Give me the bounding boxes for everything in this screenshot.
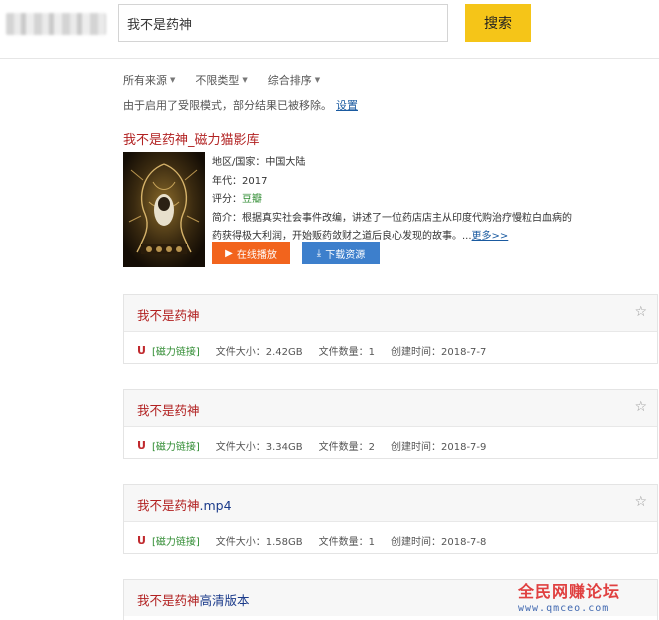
movie-poster[interactable] bbox=[123, 152, 205, 267]
result-title[interactable]: 我不是药神高清版本 bbox=[137, 590, 250, 609]
file-count: 文件数量：1 bbox=[318, 347, 375, 358]
caret-down-icon: ▼ bbox=[314, 76, 321, 84]
play-icon: ▶ bbox=[225, 247, 233, 259]
magnet-link[interactable]: [磁力链接] bbox=[152, 343, 200, 358]
file-count: 文件数量：2 bbox=[318, 442, 375, 453]
download-icon: ⤓ bbox=[316, 247, 322, 259]
file-size: 文件大小：1.58GB bbox=[215, 537, 303, 548]
title-rest: .mp4 bbox=[199, 498, 232, 513]
star-icon[interactable]: ☆ bbox=[634, 494, 647, 510]
filter-sort[interactable]: 综合排序 ▼ bbox=[268, 72, 320, 88]
rating-label: 评分： bbox=[212, 194, 242, 205]
search-input[interactable] bbox=[119, 5, 447, 41]
movie-year: 年代：2017 bbox=[212, 175, 268, 187]
filter-type-label: 不限类型 bbox=[195, 74, 240, 87]
magnet-link[interactable]: [磁力链接] bbox=[152, 533, 200, 548]
watermark: 全民网赚论坛 www.qmceo.com bbox=[518, 578, 620, 614]
result-header: 我不是药神.mp4 ☆ bbox=[124, 485, 657, 522]
result-card: 我不是药神 ☆ U [磁力链接] 文件大小：2.42GB 文件数量：1 创建时间… bbox=[123, 294, 658, 364]
download-label: 下载资源 bbox=[325, 249, 366, 261]
magnet-link[interactable]: [磁力链接] bbox=[152, 438, 200, 453]
file-size: 文件大小：2.42GB bbox=[215, 347, 303, 358]
created-time: 创建时间：2018-7-7 bbox=[391, 347, 487, 358]
file-size: 文件大小：3.34GB bbox=[215, 442, 303, 453]
caret-down-icon: ▼ bbox=[170, 76, 176, 84]
result-meta: U [磁力链接] 文件大小：3.34GB 文件数量：2 创建时间：2018-7-… bbox=[137, 438, 502, 453]
result-title[interactable]: 我不是药神.mp4 bbox=[137, 495, 232, 514]
filter-sort-label: 综合排序 bbox=[267, 74, 312, 87]
star-icon[interactable]: ☆ bbox=[634, 399, 647, 415]
result-header: 我不是药神 ☆ bbox=[124, 390, 657, 427]
douban-rating[interactable]: 豆瓣 bbox=[242, 194, 262, 205]
filter-bar: 所有来源 ▼ 不限类型 ▼ 综合排序 ▼ bbox=[123, 72, 320, 88]
title-highlight: 我不是药神 bbox=[137, 308, 200, 323]
created-time: 创建时间：2018-7-9 bbox=[391, 442, 487, 453]
movie-rating: 评分：豆瓣 bbox=[212, 191, 632, 210]
notice-text: 由于启用了受限模式，部分结果已被移除。 bbox=[123, 99, 332, 112]
movie-region: 地区/国家：中国大陆 bbox=[212, 157, 306, 168]
title-rest: 高清版本 bbox=[199, 593, 250, 608]
play-label: 在线播放 bbox=[236, 249, 277, 261]
result-card: 我不是药神 ☆ U [磁力链接] 文件大小：3.34GB 文件数量：2 创建时间… bbox=[123, 389, 658, 459]
watermark-url: www.qmceo.com bbox=[518, 603, 610, 614]
site-logo[interactable] bbox=[6, 13, 106, 35]
created-time: 创建时间：2018-7-8 bbox=[391, 537, 487, 548]
header: 搜索 bbox=[0, 0, 659, 59]
search-box bbox=[118, 4, 448, 42]
filter-type[interactable]: 不限类型 ▼ bbox=[195, 72, 247, 88]
title-highlight: 我不是药神 bbox=[137, 593, 200, 608]
movie-info: 地区/国家：中国大陆 年代：2017 评分：豆瓣 简介：根据真实社会事件改编，讲… bbox=[212, 154, 632, 247]
result-title[interactable]: 我不是药神 bbox=[137, 400, 200, 419]
featured-title[interactable]: 我不是药神_磁力猫影库 bbox=[123, 129, 260, 148]
filter-source-label: 所有来源 bbox=[123, 74, 167, 87]
file-count: 文件数量：1 bbox=[318, 537, 375, 548]
search-button[interactable]: 搜索 bbox=[465, 4, 531, 42]
result-meta: U [磁力链接] 文件大小：2.42GB 文件数量：1 创建时间：2018-7-… bbox=[137, 343, 502, 358]
magnet-icon: U bbox=[137, 439, 146, 452]
magnet-icon: U bbox=[137, 344, 146, 357]
settings-link[interactable]: 设置 bbox=[336, 99, 358, 112]
watermark-name: 全民网赚论坛 bbox=[518, 582, 621, 601]
movie-summary-line1: 简介：根据真实社会事件改编，讲述了一位药店店主从印度代购治疗慢粒白血病的 bbox=[212, 212, 572, 224]
caret-down-icon: ▼ bbox=[242, 76, 248, 84]
title-highlight: 我不是药神 bbox=[137, 498, 200, 513]
filter-source[interactable]: 所有来源 ▼ bbox=[123, 72, 175, 88]
more-link[interactable]: 更多>> bbox=[472, 231, 509, 242]
download-button[interactable]: ⤓ 下载资源 bbox=[302, 242, 380, 264]
result-header: 我不是药神 ☆ bbox=[124, 295, 657, 332]
star-icon[interactable]: ☆ bbox=[634, 304, 647, 320]
result-title[interactable]: 我不是药神 bbox=[137, 305, 200, 324]
restricted-mode-notice: 由于启用了受限模式，部分结果已被移除。 设置 bbox=[123, 97, 358, 113]
summary-text: 药获得极大利润，开始贩药敛财之道后良心发现的故事。... bbox=[212, 231, 472, 242]
magnet-icon: U bbox=[137, 534, 146, 547]
result-card: 我不是药神.mp4 ☆ U [磁力链接] 文件大小：1.58GB 文件数量：1 … bbox=[123, 484, 658, 554]
result-meta: U [磁力链接] 文件大小：1.58GB 文件数量：1 创建时间：2018-7-… bbox=[137, 533, 502, 548]
title-highlight: 我不是药神 bbox=[137, 403, 200, 418]
play-online-button[interactable]: ▶ 在线播放 bbox=[212, 242, 290, 264]
